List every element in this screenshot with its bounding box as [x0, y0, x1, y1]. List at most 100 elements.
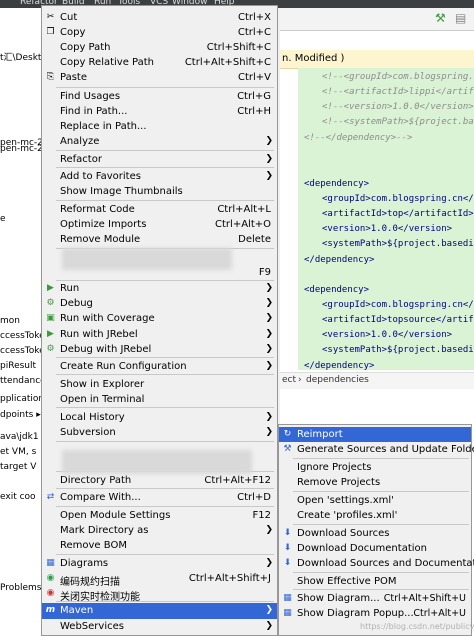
menu-directory-path[interactable]: Directory Path Ctrl+Alt+F12 — [42, 473, 277, 489]
menu-find-in-path[interactable]: Find in Path... Ctrl+H — [42, 104, 277, 120]
submenu-generate-sources[interactable]: ⚒ Generate Sources and Update Folders — [279, 442, 474, 457]
submenu-open-settings-xml[interactable]: Open 'settings.xml' — [279, 493, 471, 508]
menu-item-label: Show Image Thumbnails — [60, 186, 183, 197]
project-tree-item[interactable]: ccessToke — [0, 346, 45, 356]
menu-maven[interactable]: m Maven ❯ — [42, 603, 277, 619]
menu-diagrams[interactable]: ▦ Diagrams ❯ — [42, 556, 277, 572]
menu-separator — [56, 87, 274, 88]
menu-open-in-terminal[interactable]: Open in Terminal — [42, 392, 277, 408]
submenu-arrow-icon: ❯ — [265, 154, 273, 164]
menu-item-shortcut: Ctrl+Alt+L — [217, 204, 271, 215]
copy-icon: ❐ — [46, 27, 55, 37]
menu-item-shortcut: Ctrl+V — [237, 72, 271, 83]
menu-remove-module[interactable]: Remove Module Delete — [42, 232, 277, 248]
menu-separator — [56, 374, 274, 375]
menu-replace-in-path[interactable]: Replace in Path... — [42, 119, 277, 135]
project-tree-item[interactable]: mon — [0, 316, 20, 326]
menu-item-label: Show Effective POM — [297, 576, 397, 587]
submenu-download-sources[interactable]: ⬇ Download Sources — [279, 526, 471, 541]
menu-run[interactable]: ▶ Run ❯ — [42, 281, 277, 297]
maven-icon: m — [45, 605, 56, 615]
breadcrumb-item[interactable]: ect — [282, 375, 296, 385]
menu-local-history[interactable]: Local History ❯ — [42, 410, 277, 426]
code-line: <!--<systemPath>${project.basedi — [322, 117, 474, 127]
menu-separator — [293, 589, 469, 590]
submenu-download-sources-and-docs[interactable]: ⬇ Download Sources and Documentation — [279, 556, 474, 571]
menu-copy[interactable]: ❐ Copy Ctrl+C — [42, 25, 277, 41]
project-tree-item[interactable]: e — [0, 214, 6, 224]
project-tree-item[interactable]: target V — [0, 462, 36, 472]
submenu-arrow-icon: ❯ — [265, 361, 273, 371]
hammer-icon[interactable]: ⚒ — [435, 11, 446, 25]
menu-reformat-code[interactable]: Reformat Code Ctrl+Alt+L — [42, 202, 277, 218]
project-tree-item[interactable]: et VM, s — [0, 447, 36, 457]
menu-show-in-explorer[interactable]: Show in Explorer — [42, 377, 277, 393]
menu-find-usages[interactable]: Find Usages Ctrl+G — [42, 89, 277, 105]
project-tree-item[interactable]: Problems — [0, 583, 41, 593]
menu-run-with-coverage[interactable]: ▣ Run with Coverage ❯ — [42, 311, 277, 327]
breadcrumb-item[interactable]: dependencies — [306, 375, 369, 385]
menu-item-label: Ignore Projects — [297, 462, 372, 473]
project-tree-item[interactable]: pplication — [0, 394, 44, 404]
menu-item-label: Copy Path — [60, 42, 111, 53]
menu-item-label: Open Module Settings — [60, 510, 171, 521]
project-tree-item[interactable]: exit coo — [0, 492, 36, 502]
code-line: <dependency> — [304, 179, 370, 189]
menu-open-module-settings[interactable]: Open Module Settings F12 — [42, 508, 277, 524]
submenu-show-effective-pom[interactable]: Show Effective POM — [279, 574, 471, 589]
project-tree-item[interactable]: ccessToke — [0, 331, 45, 341]
menu-item-label: Analyze — [60, 136, 100, 147]
project-tree-item[interactable]: piResult — [0, 361, 36, 371]
menu-item-label: Show in Explorer — [60, 379, 145, 390]
menu-add-to-favorites[interactable]: Add to Favorites ❯ — [42, 169, 277, 185]
project-tree-item[interactable]: dpoints ▸ — [0, 410, 41, 420]
menu-item-label: Find Usages — [60, 91, 121, 102]
menu-run-with-jrebel[interactable]: ▶ Run with JRebel ❯ — [42, 327, 277, 343]
submenu-arrow-icon: ❯ — [265, 136, 273, 146]
submenu-arrow-icon: ❯ — [265, 621, 273, 631]
menu-item-shortcut: Delete — [238, 234, 271, 245]
menu-copy-path[interactable]: Copy Path Ctrl+Shift+C — [42, 40, 277, 56]
submenu-arrow-icon: ❯ — [265, 427, 273, 437]
code-line: </dependency> — [304, 255, 375, 265]
project-tree-item[interactable]: pen-mc-2 — [0, 144, 43, 154]
menu-debug[interactable]: ⚙ Debug ❯ — [42, 296, 277, 312]
project-tree-item[interactable]: ttendance — [0, 376, 46, 386]
menu-show-image-thumbnails[interactable]: Show Image Thumbnails — [42, 184, 277, 200]
code-line: <artifactId>topsource</artifa — [322, 315, 474, 325]
submenu-arrow-icon: ❯ — [265, 171, 273, 181]
submenu-show-diagram[interactable]: ▦ Show Diagram... Ctrl+Alt+Shift+U — [279, 591, 471, 606]
submenu-download-documentation[interactable]: ⬇ Download Documentation — [279, 541, 471, 556]
jrebel-run-icon: ▶ — [47, 329, 54, 339]
menu-item-label: Run — [60, 283, 80, 294]
menu-mark-directory-as[interactable]: Mark Directory as ❯ — [42, 523, 277, 539]
menu-item-label: Find in Path... — [60, 106, 128, 117]
code-line: <!--</dependency>--> — [304, 133, 413, 143]
menu-webservices[interactable]: WebServices ❯ — [42, 619, 277, 635]
submenu-create-profiles-xml[interactable]: Create 'profiles.xml' — [279, 508, 471, 523]
submenu-ignore-projects[interactable]: Ignore Projects — [279, 460, 471, 475]
menu-paste[interactable]: ⎘ Paste Ctrl+V — [42, 70, 277, 86]
menu-item-label: Run with Coverage — [60, 313, 155, 324]
menu-remove-bom[interactable]: Remove BOM — [42, 538, 277, 554]
menu-analyze[interactable]: Analyze ❯ — [42, 134, 277, 150]
menu-create-run-configuration[interactable]: Create Run Configuration ❯ — [42, 359, 277, 375]
redacted-region — [62, 248, 232, 270]
menu-optimize-imports[interactable]: Optimize Imports Ctrl+Alt+O — [42, 217, 277, 233]
menu-compare-with[interactable]: ⇄ Compare With... Ctrl+D — [42, 490, 277, 506]
run-config-icon[interactable]: ▤ — [455, 11, 466, 25]
menu-disable-realtime-check[interactable]: ◉ 关闭实时检测功能 — [42, 586, 277, 603]
menu-refactor[interactable]: Refactor ❯ — [42, 152, 277, 168]
submenu-show-diagram-popup[interactable]: ▦ Show Diagram Popup... Ctrl+Alt+U — [279, 606, 471, 621]
menu-separator — [56, 441, 274, 442]
download-icon: ⬇ — [283, 558, 292, 568]
menu-cut[interactable]: ✂ Cut Ctrl+X — [42, 10, 277, 26]
menu-debug-with-jrebel[interactable]: ⚙ Debug with JRebel ❯ — [42, 342, 277, 358]
project-tree-item[interactable]: ava\jdk1 — [0, 432, 39, 442]
menu-item-label: Cut — [60, 12, 78, 23]
menu-subversion[interactable]: Subversion ❯ — [42, 425, 277, 441]
submenu-reimport[interactable]: ↻ Reimport — [279, 427, 471, 442]
menu-code-scan[interactable]: ◉ 编码规约扫描 Ctrl+Alt+Shift+J — [42, 571, 277, 588]
menu-copy-relative-path[interactable]: Copy Relative Path Ctrl+Alt+Shift+C — [42, 55, 277, 71]
submenu-remove-projects[interactable]: Remove Projects — [279, 475, 471, 490]
